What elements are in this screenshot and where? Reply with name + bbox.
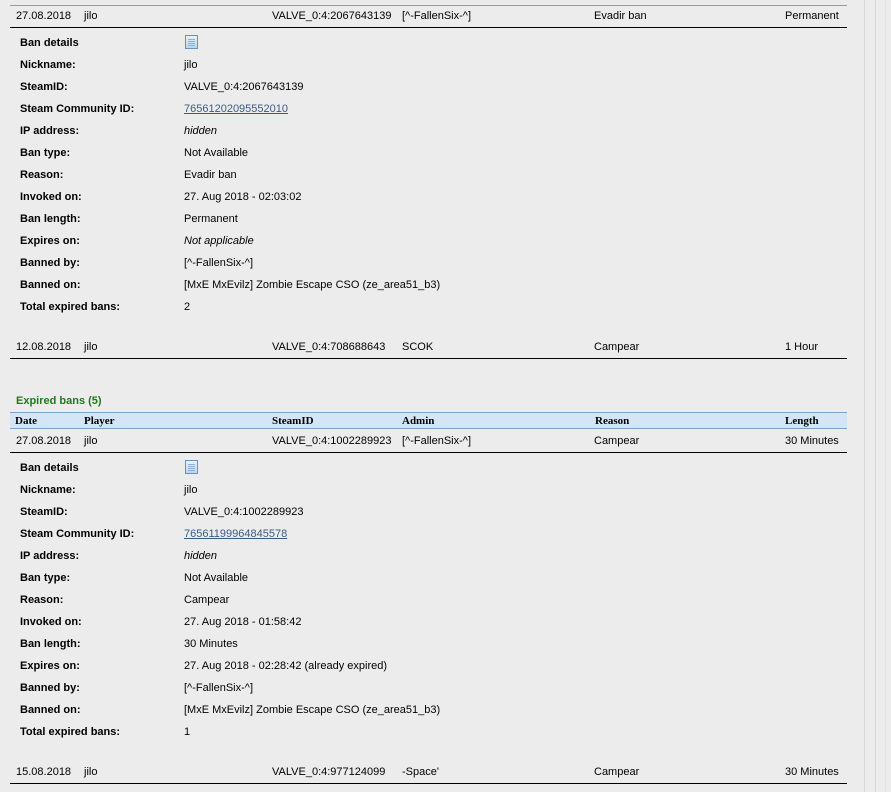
invoked-value: 27. Aug 2018 - 01:58:42 xyxy=(184,616,302,628)
ban-length-value: Permanent xyxy=(184,213,238,225)
ban-steamid: VALVE_0:4:1002289923 xyxy=(272,435,392,447)
ip-value: hidden xyxy=(184,550,218,562)
expires-value: Not applicable xyxy=(184,235,254,247)
ban-date: 15.08.2018 xyxy=(16,766,72,778)
ban-admin: [^-FallenSix-^] xyxy=(402,435,472,447)
ban-player: jilo xyxy=(84,341,98,353)
invoked-label: Invoked on: xyxy=(20,191,82,203)
table-row[interactable]: 15.08.2018 jilo VALVE_0:4:977124099 -Spa… xyxy=(0,766,848,782)
ban-length-value: 30 Minutes xyxy=(184,638,238,650)
nickname-value: jilo xyxy=(184,484,198,496)
ban-admin: -Space' xyxy=(402,766,439,778)
column-header-date[interactable]: Date xyxy=(15,415,37,427)
expires-value: 27. Aug 2018 - 02:28:42 (already expired… xyxy=(184,660,388,672)
steamid-label: SteamID: xyxy=(20,506,68,518)
ban-date: 12.08.2018 xyxy=(16,341,72,353)
column-header-admin[interactable]: Admin xyxy=(402,415,434,427)
ip-label: IP address: xyxy=(20,550,80,562)
table-row[interactable]: 12.08.2018 jilo VALVE_0:4:708688643 SCOK… xyxy=(0,341,848,357)
ban-player: jilo xyxy=(84,435,98,447)
row-divider xyxy=(10,452,847,453)
row-divider xyxy=(10,358,847,359)
ip-label: IP address: xyxy=(20,125,80,137)
expires-label: Expires on: xyxy=(20,660,80,672)
column-header-length[interactable]: Length xyxy=(785,415,819,427)
ban-type-label: Ban type: xyxy=(20,147,71,159)
frame-divider xyxy=(885,0,886,792)
ban-reason: Evadir ban xyxy=(594,10,647,22)
ban-length-label: Ban length: xyxy=(20,213,81,225)
banned-on-value: [MxE MxEvilz] Zombie Escape CSO (ze_area… xyxy=(184,279,441,291)
table-header: Date Player SteamID Admin Reason Length xyxy=(10,412,847,429)
expires-label: Expires on: xyxy=(20,235,80,247)
banned-on-value: [MxE MxEvilz] Zombie Escape CSO (ze_area… xyxy=(184,704,441,716)
total-expired-label: Total expired bans: xyxy=(20,301,121,313)
ban-date: 27.08.2018 xyxy=(16,435,72,447)
total-expired-value: 2 xyxy=(184,301,191,313)
nickname-value: jilo xyxy=(184,59,198,71)
total-expired-label: Total expired bans: xyxy=(20,726,121,738)
invoked-value: 27. Aug 2018 - 02:03:02 xyxy=(184,191,302,203)
scrollbar-track[interactable] xyxy=(875,0,876,792)
steamid-value: VALVE_0:4:2067643139 xyxy=(184,81,304,93)
community-id-label: Steam Community ID: xyxy=(20,103,135,115)
row-divider xyxy=(10,27,847,28)
total-expired-value: 1 xyxy=(184,726,191,738)
table-row[interactable]: 27.08.2018 jilo VALVE_0:4:1002289923 [^-… xyxy=(0,435,848,451)
ban-player: jilo xyxy=(84,10,98,22)
reason-value: Evadir ban xyxy=(184,169,237,181)
ban-steamid: VALVE_0:4:977124099 xyxy=(272,766,386,778)
ban-length: Permanent xyxy=(785,10,839,22)
ban-details-label: Ban details xyxy=(20,462,79,474)
ban-steamid: VALVE_0:4:2067643139 xyxy=(272,10,392,22)
ban-reason: Campear xyxy=(594,435,640,447)
community-id-link[interactable]: 76561199964845578 xyxy=(184,528,287,541)
column-header-steamid[interactable]: SteamID xyxy=(272,415,314,427)
ban-length: 30 Minutes xyxy=(785,766,839,778)
ban-length: 1 Hour xyxy=(785,341,819,353)
ban-player: jilo xyxy=(84,766,98,778)
ban-type-value: Not Available xyxy=(184,147,249,159)
community-id-link[interactable]: 76561202095552010 xyxy=(184,103,288,116)
banned-on-label: Banned on: xyxy=(20,279,81,291)
ban-date: 27.08.2018 xyxy=(16,10,72,22)
reason-value: Campear xyxy=(184,594,230,606)
banned-on-label: Banned on: xyxy=(20,704,81,716)
steamid-label: SteamID: xyxy=(20,81,68,93)
banned-by-value: [^-FallenSix-^] xyxy=(184,257,254,269)
row-divider xyxy=(10,783,847,784)
ip-value: hidden xyxy=(184,125,218,137)
nickname-label: Nickname: xyxy=(20,484,76,496)
reason-label: Reason: xyxy=(20,169,64,181)
ban-list-page: 27.08.2018 jilo VALVE_0:4:2067643139 [^-… xyxy=(0,0,891,792)
ban-length: 30 Minutes xyxy=(785,435,839,447)
banned-by-label: Banned by: xyxy=(20,257,80,269)
ban-length-label: Ban length: xyxy=(20,638,81,650)
details-document-icon[interactable] xyxy=(185,460,198,474)
column-header-player[interactable]: Player xyxy=(84,415,115,427)
invoked-label: Invoked on: xyxy=(20,616,82,628)
ban-steamid: VALVE_0:4:708688643 xyxy=(272,341,386,353)
banned-by-label: Banned by: xyxy=(20,682,80,694)
details-document-icon[interactable] xyxy=(185,35,198,49)
steamid-value: VALVE_0:4:1002289923 xyxy=(184,506,304,518)
column-header-reason[interactable]: Reason xyxy=(595,415,629,427)
ban-admin: SCOK xyxy=(402,341,434,353)
ban-reason: Campear xyxy=(594,766,640,778)
banned-by-value: [^-FallenSix-^] xyxy=(184,682,254,694)
row-divider xyxy=(10,5,847,6)
community-id-label: Steam Community ID: xyxy=(20,528,135,540)
ban-reason: Campear xyxy=(594,341,640,353)
frame-divider xyxy=(864,0,865,792)
nickname-label: Nickname: xyxy=(20,59,76,71)
ban-type-value: Not Available xyxy=(184,572,249,584)
reason-label: Reason: xyxy=(20,594,64,606)
ban-admin: [^-FallenSix-^] xyxy=(402,10,472,22)
table-row[interactable]: 27.08.2018 jilo VALVE_0:4:2067643139 [^-… xyxy=(0,10,848,26)
ban-type-label: Ban type: xyxy=(20,572,71,584)
ban-details-label: Ban details xyxy=(20,37,79,49)
expired-bans-title: Expired bans (5) xyxy=(16,395,102,407)
